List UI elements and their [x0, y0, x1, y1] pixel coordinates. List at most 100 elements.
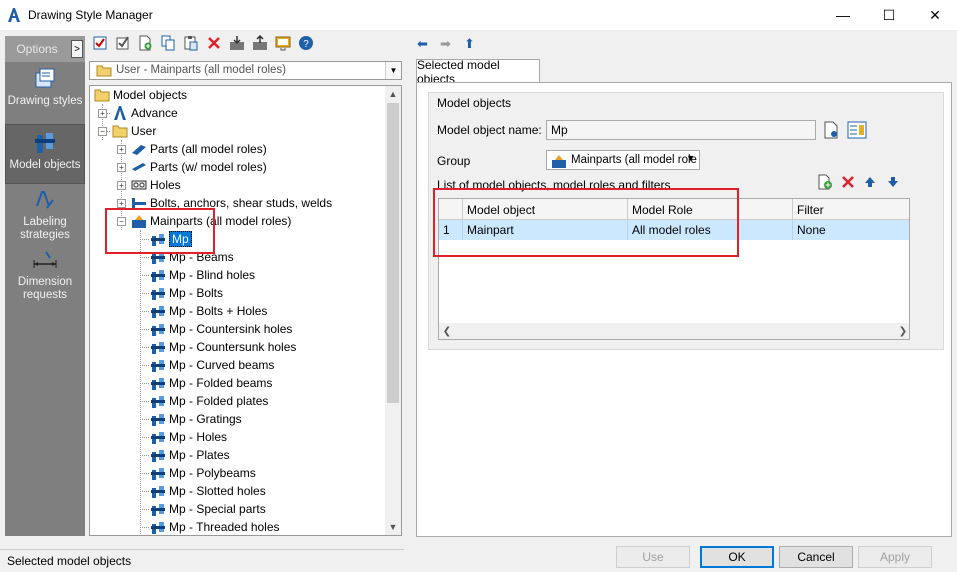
delete-icon[interactable] [206, 35, 222, 51]
options-button[interactable]: Options [5, 36, 69, 62]
folder-icon [96, 65, 112, 77]
app-logo-icon [8, 8, 20, 22]
tree-item-mp[interactable]: Mp - Polybeams [150, 464, 256, 482]
tree-root[interactable]: Model objects [94, 86, 187, 104]
paste-icon[interactable] [183, 35, 199, 51]
maximize-button[interactable]: ☐ [866, 0, 912, 30]
tree-label: Advance [131, 106, 178, 120]
chevron-down-icon[interactable]: ▼ [385, 62, 401, 79]
close-button[interactable]: ✕ [912, 0, 957, 30]
folder-open-icon [112, 125, 128, 138]
tree-item-mp[interactable]: Mp - Countersink holes [150, 320, 292, 338]
tree-item-holes[interactable]: Holes [131, 176, 181, 194]
tree-label: Mp - Bolts [169, 286, 224, 300]
expand-icon[interactable]: + [117, 163, 126, 172]
tree-item-mp[interactable]: Mp - Folded beams [150, 374, 272, 392]
cell-filter[interactable]: None [793, 220, 909, 240]
tree-item-mp[interactable]: Mp - Bolts + Holes [150, 302, 267, 320]
tree-label: Mp - Threaded holes [169, 520, 280, 534]
up-arrow-icon[interactable]: ⬆ [464, 36, 475, 52]
tree-item-mp[interactable]: Mp - Curved beams [150, 356, 274, 374]
check-edit-icon[interactable] [115, 35, 131, 51]
edit-filter-button[interactable] [846, 119, 868, 141]
tree-item-advance[interactable]: Advance [112, 104, 178, 122]
chevron-down-icon: ▼ [686, 153, 695, 163]
folder-open-icon [94, 89, 110, 102]
nav-item-dimension-requests[interactable]: Dimension requests [5, 246, 85, 302]
tree-label: Model objects [113, 88, 188, 102]
add-icon [818, 174, 832, 190]
group-select[interactable]: Mainparts (all model role ▼ [546, 150, 700, 170]
minimize-button[interactable]: — [820, 0, 866, 30]
back-arrow-icon[interactable]: ⬅ [417, 36, 428, 52]
tree-item-mp[interactable]: Mp - Gratings [150, 410, 242, 428]
tree-item-parts-roles[interactable]: Parts (w/ model roles) [131, 158, 267, 176]
tree-scrollbar[interactable]: ▲ ▼ [385, 86, 401, 535]
model-object-icon [151, 468, 165, 480]
use-button[interactable]: Use [616, 546, 690, 568]
new-icon[interactable] [137, 35, 153, 51]
tree-label: Mp - Curved beams [169, 358, 275, 372]
tree-item-mp[interactable]: Mp - Plates [150, 446, 230, 464]
expand-icon[interactable]: + [98, 109, 107, 118]
cancel-button[interactable]: Cancel [779, 546, 853, 568]
tree-item-user[interactable]: User [112, 122, 156, 140]
nav-item-labeling-strategies[interactable]: Labeling strategies [5, 186, 85, 242]
apply-button[interactable]: Apply [858, 546, 932, 568]
nav-expand-button[interactable]: > [71, 40, 83, 58]
scroll-down-icon[interactable]: ▼ [385, 519, 401, 535]
delete-row-button[interactable] [837, 171, 859, 193]
expand-icon[interactable]: + [117, 199, 126, 208]
nav-item-model-objects[interactable]: Model objects [5, 124, 85, 184]
tree-label: User [131, 124, 157, 138]
tree-item-mp[interactable]: Mp - Threaded holes [150, 518, 280, 535]
tree-label: Mp - Gratings [169, 412, 242, 426]
expand-icon[interactable]: + [117, 145, 126, 154]
ok-button[interactable]: OK [700, 546, 774, 568]
tree-item-mp[interactable]: Mp - Countersunk holes [150, 338, 296, 356]
model-object-icon [151, 378, 165, 390]
check-icon[interactable] [92, 35, 108, 51]
folder-select-value: User - Mainparts (all model roles) [116, 64, 286, 76]
expand-icon[interactable]: + [117, 181, 126, 190]
tree-item-mp[interactable]: Mp - Folded plates [150, 392, 268, 410]
scroll-right-icon[interactable]: ❯ [895, 323, 909, 339]
forward-arrow-icon[interactable]: ➡ [440, 36, 451, 52]
tree-item-mp[interactable]: Mp - Bolts [150, 284, 223, 302]
tree-item-mp[interactable]: Mp - Holes [150, 428, 227, 446]
tree-item-mp[interactable]: Mp - Special parts [150, 500, 266, 518]
grid-horizontal-scrollbar[interactable]: ❮ ❯ [439, 323, 909, 339]
tree-label: Mp - Countersink holes [169, 322, 293, 336]
scroll-left-icon[interactable]: ❮ [439, 323, 455, 339]
tree-item-mp[interactable]: Mp - Blind holes [150, 266, 255, 284]
group-select-value: Mainparts (all model role [571, 154, 697, 166]
tree-item-parts-all[interactable]: Parts (all model roles) [131, 140, 267, 158]
tab-selected-model-objects[interactable]: Selected model objects [416, 58, 540, 86]
folder-select[interactable]: User - Mainparts (all model roles) ▼ [89, 61, 402, 80]
scroll-thumb[interactable] [387, 103, 399, 403]
scroll-up-icon[interactable]: ▲ [385, 86, 401, 102]
copy-icon[interactable] [160, 35, 176, 51]
status-bar: Selected model objects [0, 549, 404, 571]
model-object-icon [151, 432, 165, 444]
nav-item-drawing-styles[interactable]: Drawing styles [5, 64, 85, 122]
move-down-button[interactable] [882, 171, 904, 193]
model-object-name-field[interactable]: Mp [546, 120, 816, 140]
move-up-button[interactable] [859, 171, 881, 193]
browse-button[interactable] [820, 119, 842, 141]
import-icon[interactable] [229, 35, 245, 51]
add-row-button[interactable] [814, 171, 836, 193]
help-icon[interactable]: ? [298, 35, 314, 51]
column-header-filter[interactable]: Filter [793, 199, 909, 220]
tree-label: Mp - Slotted holes [169, 484, 266, 498]
drawing-styles-icon [35, 68, 55, 88]
export-icon[interactable] [252, 35, 268, 51]
collapse-icon[interactable]: − [98, 127, 107, 136]
properties-icon[interactable] [275, 35, 291, 51]
arrow-down-icon [888, 177, 898, 187]
labeling-strategies-icon [36, 191, 54, 209]
model-object-icon [151, 342, 165, 354]
group-label: Group [437, 154, 471, 168]
tree-label: Mp - Folded beams [169, 376, 273, 390]
tree-item-mp[interactable]: Mp - Slotted holes [150, 482, 266, 500]
